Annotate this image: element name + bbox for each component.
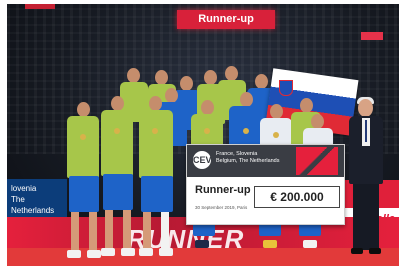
cheque-teams-line2: Belgium, The Netherlands <box>216 158 280 164</box>
arena-light <box>25 4 55 9</box>
event-logo-mark <box>296 147 338 175</box>
cev-logo-icon: CEV <box>193 151 212 169</box>
cheque-teams-line1: France, Slovenia <box>216 151 258 157</box>
cheque-date: 30 September 2019, Paris <box>195 205 248 210</box>
cheque-title: Runner-up <box>195 184 251 196</box>
ad-left-line1: lovenia <box>11 184 37 193</box>
flag-crest <box>279 80 293 96</box>
court-floor <box>7 248 399 266</box>
ad-left-line2: The Netherlands <box>11 195 55 215</box>
cheque-amount: € 200.000 <box>254 186 340 208</box>
photo-frame: Runner-up lovenia The Netherlands RUNNER… <box>7 4 399 266</box>
runner-up-banner: Runner-up <box>177 10 275 29</box>
prize-cheque: CEV France, Slovenia Belgium, The Nether… <box>186 144 345 225</box>
arena-light <box>361 32 383 40</box>
cheque-teams: France, Slovenia Belgium, The Netherland… <box>216 151 280 165</box>
ad-board-left: lovenia The Netherlands <box>7 179 67 217</box>
